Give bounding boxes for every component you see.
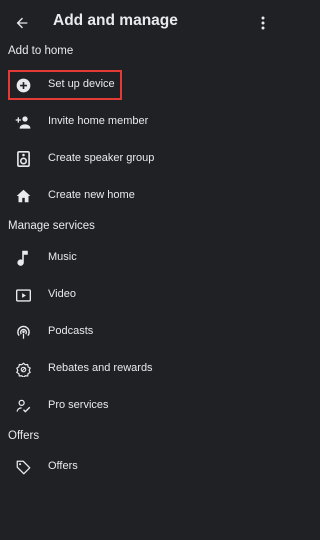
create-speaker-group-item[interactable]: Create speaker group [0,144,273,174]
set-up-device-label: Set up device [48,78,115,90]
music-item[interactable]: Music [0,243,273,273]
podcasts-label: Podcasts [48,325,94,337]
music-label: Music [48,251,77,263]
video-item[interactable]: Video [0,280,273,310]
video-label: Video [48,288,76,300]
podcasts-icon [15,324,31,340]
offers-item[interactable]: Offers [0,452,273,482]
rebates-and-rewards-item[interactable]: Rebates and rewards [0,354,273,384]
home-icon [15,188,31,204]
create-new-home-item[interactable]: Create new home [0,181,273,211]
invite-home-member-item[interactable]: Invite home member [0,107,273,137]
set-up-device-item[interactable]: Set up device [0,70,273,100]
tag-icon [15,459,31,475]
pro-services-item[interactable]: Pro services [0,391,273,421]
create-speaker-group-label: Create speaker group [48,152,155,164]
create-new-home-label: Create new home [48,189,135,201]
section-header-add-to-home: Add to home [8,45,74,57]
pro-services-label: Pro services [48,399,109,411]
section-header-manage-services: Manage services [8,220,95,232]
person-add-icon [15,114,31,130]
pro-services-icon [15,398,31,414]
page-title: Add and manage [53,12,178,29]
more-options-button[interactable] [256,11,270,35]
rebates-and-rewards-label: Rebates and rewards [48,362,153,374]
more-vert-icon [261,16,265,30]
podcasts-item[interactable]: Podcasts [0,317,273,347]
offers-label: Offers [48,460,78,472]
music-note-icon [15,250,31,266]
back-button[interactable] [10,11,34,35]
arrow-back-icon [14,15,30,31]
speaker-icon [15,151,31,167]
rebates-icon [15,361,31,377]
section-header-offers: Offers [8,430,40,442]
app-bar: Add and manage [0,0,273,44]
add-circle-icon [15,77,31,93]
invite-home-member-label: Invite home member [48,115,149,127]
video-icon [15,287,31,303]
